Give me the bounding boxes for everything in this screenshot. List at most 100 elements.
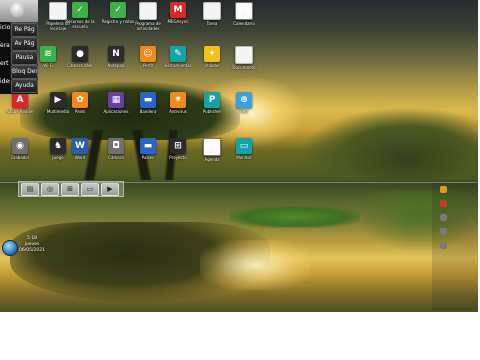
desktop-icon-caption: MEGAsync — [167, 19, 189, 24]
taskbar-folder-button[interactable]: ▤ — [21, 183, 39, 196]
tray-volume-icon[interactable] — [440, 242, 447, 249]
icon-tool[interactable]: ✦ Utilidad — [194, 46, 230, 80]
icon-grid[interactable]: ▦ Aplicaciones — [98, 92, 134, 126]
icon-doc-2[interactable]: Tarea — [194, 2, 230, 36]
taskbar-chrome-button[interactable]: ◎ — [41, 183, 59, 196]
taskbar: ▤ ◎ ⊞ ▭ ▶ — [18, 181, 124, 197]
wallpaper-grass — [230, 206, 360, 228]
icon-notepad[interactable]: N Notepad — [98, 46, 134, 80]
osk-key-pausa[interactable]: Pausa — [11, 51, 38, 65]
tray-battery-icon[interactable] — [440, 228, 447, 235]
osk-header[interactable] — [0, 0, 38, 23]
icon-camera[interactable]: ◘ Cámara — [98, 138, 134, 172]
osk-label-fin[interactable]: ides — [0, 76, 10, 88]
doc-1-icon — [139, 2, 157, 20]
icon-network[interactable]: ⊕ Red — [226, 92, 262, 126]
mega-icon: M — [170, 2, 186, 18]
icon-cd[interactable]: ◉ Grabador — [2, 138, 38, 172]
monitor-icon: ▭ — [236, 138, 252, 154]
tray-flag-icon[interactable] — [440, 200, 447, 207]
desktop-icon-caption: Publisher — [202, 109, 222, 114]
icon-avast[interactable]: ✷ Antivirus — [160, 92, 196, 126]
person-icon: ☺ — [140, 46, 156, 62]
icon-mega[interactable]: M MEGAsync — [160, 2, 196, 36]
desktop-icon-caption: Notepad — [107, 63, 125, 68]
word-icon: W — [72, 138, 88, 154]
desktop-icon-caption: Aplicaciones — [103, 109, 129, 114]
desktop-icon-caption: Cámara Web — [67, 63, 93, 68]
desktop-icon-caption: Word — [74, 155, 86, 160]
publisher-icon: P — [204, 92, 220, 108]
start-button[interactable] — [2, 240, 18, 256]
doc-3-icon — [235, 46, 253, 64]
icon-doc-3[interactable]: Documento — [226, 46, 262, 80]
calendar-icon: 31 — [235, 2, 253, 20]
icon-publisher[interactable]: P Publisher — [194, 92, 230, 126]
osk-left-strip: icio erar ert ides — [0, 22, 10, 94]
webcam-icon: ● — [72, 46, 88, 62]
desktop-screen: Papelera de reciclaje ✓ Recursos de la esc… — [0, 0, 478, 312]
tool-icon: ✦ — [204, 46, 220, 62]
osk-avatar-icon — [10, 2, 26, 18]
icon-word[interactable]: W Word — [62, 138, 98, 172]
icon-calendar-2[interactable]: 31 Agenda — [194, 138, 230, 172]
desktop-icon-caption: Antivirus — [169, 109, 187, 114]
icon-pdf[interactable]: A Adobe Reader — [2, 92, 38, 126]
avast-icon: ✷ — [170, 92, 186, 108]
camera-icon: ◘ — [108, 138, 124, 154]
cd-icon: ◉ — [12, 138, 28, 154]
notepad-icon: N — [108, 46, 124, 62]
osk-key-ayuda[interactable]: Ayuda — [11, 79, 38, 93]
network-icon: ⊞ — [67, 185, 73, 193]
icon-paint[interactable]: ✿ Paint — [62, 92, 98, 126]
tray-network-icon[interactable] — [440, 214, 447, 221]
desktop-icon-caption: Tarea — [206, 21, 218, 26]
clock-date: 06/05/2021 — [19, 248, 45, 253]
desktop-icon-caption: Paint — [75, 109, 85, 114]
desktop-icon-caption: Documento — [232, 65, 256, 70]
osk-label-inicio[interactable]: icio — [0, 22, 10, 34]
desktop-icon-caption: Monitor — [236, 155, 252, 160]
icon-recursos[interactable]: ✓ Recursos de la escuela — [62, 2, 98, 36]
desktop-icon-caption: Red — [240, 109, 248, 114]
icon-toolbox[interactable]: ✎ Herramientas — [160, 46, 196, 80]
desktop-icon-caption: Calendario — [233, 21, 255, 26]
doc-green-icon: ✓ — [110, 2, 126, 18]
pdf-icon: ▶ — [107, 185, 113, 193]
osk-key-avpag[interactable]: Av Pág — [11, 37, 38, 51]
desktop-icon-caption: Recursos de la escuela — [65, 19, 95, 29]
chrome-icon: ◎ — [46, 185, 54, 193]
taskbar-pdf-button[interactable]: ▶ — [101, 183, 119, 196]
icon-project[interactable]: ⊞ Proyecto — [160, 138, 196, 172]
toolbox-icon: ✎ — [170, 46, 186, 62]
system-tray — [432, 183, 478, 311]
osk-label-insertar[interactable]: ert — [0, 58, 10, 70]
doc-2-icon — [203, 2, 221, 20]
network-icon: ⊕ — [236, 92, 252, 108]
taskbar-computer-button[interactable]: ▭ — [81, 183, 99, 196]
paint-icon: ✿ — [72, 92, 88, 108]
flag-2-icon: ▬ — [140, 138, 156, 154]
on-screen-keyboard: icio erar ert ides Re Pág Av Pág Pausa B… — [0, 0, 38, 94]
icon-webcam[interactable]: ● Cámara Web — [62, 46, 98, 80]
taskbar-network-button[interactable]: ⊞ — [61, 183, 79, 196]
icon-calendar[interactable]: 31 Calendario — [226, 2, 262, 36]
osk-label-borrar[interactable]: erar — [0, 40, 10, 52]
tray-clock[interactable]: 5:18 jueves 06/05/2021 — [18, 236, 46, 254]
osk-key-bloqdespl[interactable]: Bloq Despl — [11, 65, 38, 79]
pdf-icon: A — [12, 92, 28, 108]
desktop-icon-caption: Agenda — [204, 157, 220, 162]
desktop-icon-caption: Adobe Reader — [5, 109, 35, 114]
desktop-icon-caption: Utilidad — [204, 63, 220, 68]
flag-icon: ▬ — [140, 92, 156, 108]
tray-chevron-icon[interactable] — [440, 186, 447, 193]
recursos-icon: ✓ — [72, 2, 88, 18]
wifi-icon: ≋ — [40, 46, 56, 62]
desktop-icon-caption: Grabador — [10, 155, 30, 160]
calendar-2-icon: 31 — [203, 138, 221, 156]
osk-key-repag[interactable]: Re Pág — [11, 23, 38, 37]
folder-icon: ▤ — [26, 185, 34, 193]
desktop-icon-caption: Proyecto — [169, 155, 187, 160]
icon-monitor[interactable]: ▭ Monitor — [226, 138, 262, 172]
project-icon: ⊞ — [170, 138, 186, 154]
